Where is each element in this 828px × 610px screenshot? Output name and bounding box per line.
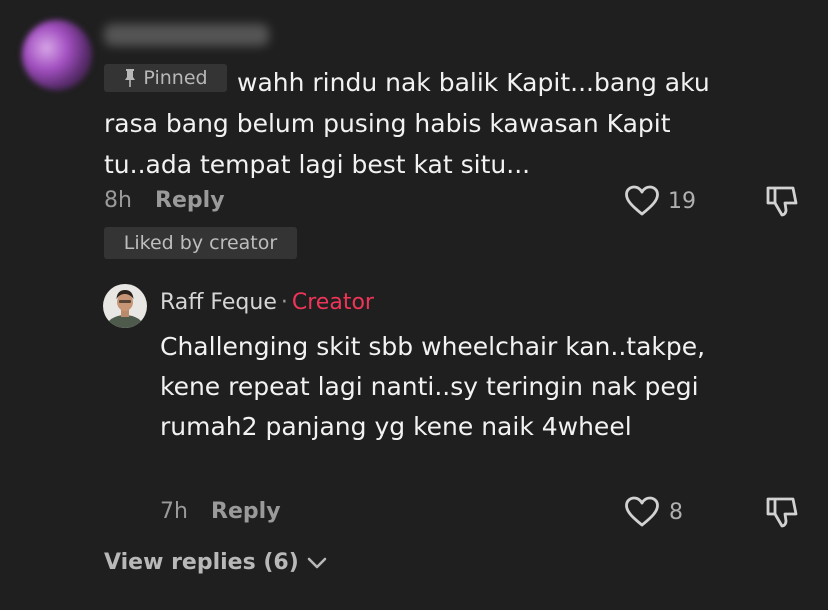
reply-author-line: Raff Feque · Creator bbox=[160, 290, 374, 315]
heart-icon[interactable] bbox=[624, 496, 660, 528]
reply-avatar[interactable] bbox=[103, 284, 147, 328]
dislike-icon[interactable] bbox=[765, 495, 799, 529]
reply-author-name[interactable]: Raff Feque bbox=[160, 290, 277, 315]
reply-text: Challenging skit sbb wheelchair kan..tak… bbox=[160, 332, 706, 441]
creator-label: Creator bbox=[291, 290, 374, 315]
reply-time: 7h bbox=[160, 499, 188, 524]
reply-avatar-image bbox=[103, 284, 147, 328]
reply-reply-button[interactable]: Reply bbox=[211, 499, 281, 524]
reply-like-count: 8 bbox=[669, 500, 683, 525]
dislike-icon[interactable] bbox=[765, 184, 799, 218]
comment-time: 8h bbox=[104, 188, 132, 213]
heart-icon[interactable] bbox=[624, 185, 660, 217]
reply-button[interactable]: Reply bbox=[155, 188, 225, 213]
like-count: 19 bbox=[668, 189, 696, 214]
separator-dot: · bbox=[280, 290, 288, 315]
view-replies-label: View replies (6) bbox=[104, 550, 299, 575]
view-replies-button[interactable]: View replies (6) bbox=[104, 550, 327, 575]
comment-meta: 8h Reply bbox=[104, 188, 225, 213]
commenter-avatar[interactable] bbox=[22, 20, 92, 90]
comment-text: wahh rindu nak balik Kapit...bang aku ra… bbox=[104, 68, 710, 179]
liked-by-creator-badge: Liked by creator bbox=[104, 227, 297, 259]
reply-meta: 7h Reply bbox=[160, 499, 281, 524]
commenter-name-redacted[interactable] bbox=[104, 24, 269, 46]
chevron-down-icon bbox=[307, 557, 327, 568]
